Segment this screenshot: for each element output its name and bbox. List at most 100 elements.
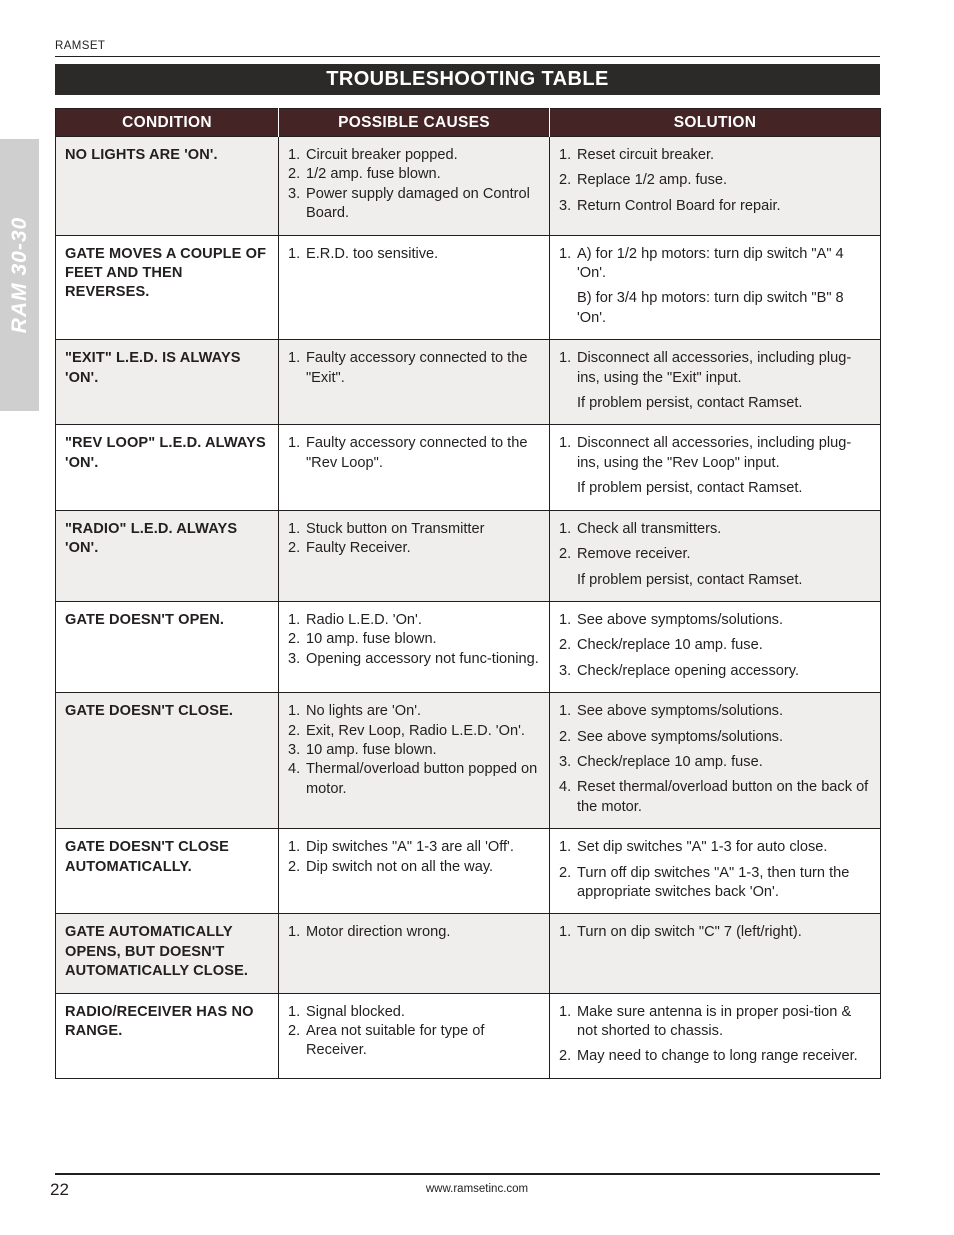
table-header: CONDITION POSSIBLE CAUSES SOLUTION [55,108,881,137]
causes-item: 2. 1/2 amp. fuse blown. [288,165,539,184]
item-number: 1. [559,147,572,163]
item-text: Disconnect all accessories, including pl… [577,350,852,386]
item-text: If problem persist, contact Ramset. [577,480,803,497]
solutions-list: 1. Set dip switches "A" 1-3 for auto clos… [559,838,870,902]
item-number: 3. [559,753,572,770]
item-number: 2. [559,637,572,654]
footer-divider [55,1173,880,1175]
cell-condition: "EXIT" L.E.D. IS ALWAYS 'ON'. [55,339,279,425]
cell-possible-causes: 1. Circuit breaker popped. 2. 1/2 amp. fuse… [278,136,550,236]
item-text: B) for 3/4 hp motors: turn dip switch "B… [577,290,844,326]
causes-item: 1. Stuck button on Transmitter [288,520,539,539]
table-body: NO LIGHTS ARE 'ON'. 1. Circuit breaker pop… [55,136,881,1079]
solutions-item: B) for 3/4 hp motors: turn dip switch "B… [559,289,870,328]
solutions-item: 1. Turn on dip switch "C" 7 (left/right). [559,923,870,942]
item-text: Power supply damaged on Control Board. [306,185,530,222]
solutions-item: 1. A) for 1/2 hp motors: turn dip switch … [559,245,870,284]
running-head-text: RAMSET [55,40,106,52]
item-number: 2. [559,1048,572,1065]
cell-solution: 1. Check all transmitters. 2. Remove receiv… [549,509,881,602]
item-text: See above symptoms/solutions. [577,611,784,628]
table-row: NO LIGHTS ARE 'ON'. 1. Circuit breaker pop… [55,136,881,236]
item-number: 2. [288,722,301,739]
solutions-item: 2. Check/replace 10 amp. fuse. [559,636,870,655]
column-header-possible-causes: POSSIBLE CAUSES [278,108,550,137]
cell-condition: NO LIGHTS ARE 'ON'. [55,136,279,236]
cell-solution: 1. See above symptoms/solutions. 2. Check/r… [549,600,881,693]
item-text: May need to change to long range receive… [577,1048,858,1065]
item-number: 2. [559,172,572,189]
item-number: 1. [559,435,572,452]
item-text: 10 amp. fuse blown. [306,741,437,758]
side-tab-label: RAM 30-30 [7,216,31,334]
causes-item: 1. Radio L.E.D. 'On'. [288,611,539,630]
cell-condition: GATE MOVES A COUPLE OF FEET AND THEN REV… [55,234,279,340]
item-text: Check/replace 10 amp. fuse. [577,637,763,654]
item-text: See above symptoms/solutions. [577,703,784,720]
cell-solution: 1. Disconnect all accessories, including … [549,424,881,511]
footer-url: www.ramsetinc.com [425,1183,529,1195]
solutions-item: 3. Return Control Board for repair. [559,197,870,216]
cell-condition: GATE DOESN'T OPEN. [55,600,279,693]
item-number: 1. [288,924,301,941]
running-head: RAMSET [55,36,880,57]
solutions-list: 1. Turn on dip switch "C" 7 (left/right). [559,923,870,942]
solutions-item: 3. Check/replace opening accessory. [559,662,870,681]
causes-item: 1. Signal blocked. [288,1003,539,1022]
item-number: 4. [559,779,572,796]
causes-list: 1. Circuit breaker popped. 2. 1/2 amp. fuse… [288,146,539,224]
item-text: Faulty accessory connected to the "Rev L… [306,435,528,471]
item-number: 1. [288,611,301,628]
table-row: GATE DOESN'T CLOSE AUTOMATICALLY. 1. Dip s… [55,828,881,914]
item-number: 1. [288,435,301,452]
item-number: 3. [559,662,572,679]
cell-solution: 1. Set dip switches "A" 1-3 for auto clos… [549,828,881,914]
item-number: 1. [288,839,301,856]
item-number: 1. [288,703,301,720]
item-text: Set dip switches "A" 1-3 for auto close. [577,839,828,856]
causes-item: 1. Dip switches "A" 1-3 are all 'Off'. [288,838,539,857]
troubleshooting-table: CONDITION POSSIBLE CAUSES SOLUTION NO LI… [55,108,881,1079]
item-number: 1. [288,520,301,537]
solutions-list: 1. Disconnect all accessories, including … [559,434,870,498]
column-header-solution: SOLUTION [549,108,881,137]
item-text: Signal blocked. [306,1003,405,1020]
item-number: 2. [288,631,301,648]
item-number: 1. [559,924,572,941]
cell-condition: GATE AUTOMATICALLY OPENS, BUT DOESN'T AU… [55,913,279,994]
solutions-item: If problem persist, contact Ramset. [559,479,870,498]
table-row: GATE DOESN'T CLOSE. 1. No lights are 'On'.… [55,692,881,829]
item-number: 2. [559,546,572,563]
table-row: "EXIT" L.E.D. IS ALWAYS 'ON'. 1. Faulty ac… [55,339,881,425]
item-text: Motor direction wrong. [306,924,451,941]
item-number: 3. [288,650,301,667]
cell-solution: 1. Reset circuit breaker. 2. Replace 1/2 am… [549,136,881,236]
table-row: GATE DOESN'T OPEN. 1. Radio L.E.D. 'On'. 2.… [55,600,881,693]
solutions-item: 1. Disconnect all accessories, including … [559,349,870,388]
item-number: 1. [288,350,301,367]
item-text: Check all transmitters. [577,520,722,537]
item-text: 1/2 amp. fuse blown. [306,166,441,183]
solutions-list: 1. Disconnect all accessories, including … [559,349,870,413]
table-header-row: CONDITION POSSIBLE CAUSES SOLUTION [55,108,881,137]
side-tab-ram-30-30: RAM 30-30 [0,139,39,411]
cell-solution: 1. Make sure antenna is in proper posi-ti… [549,992,881,1079]
item-number: 2. [288,166,301,183]
item-number: 4. [288,761,301,778]
causes-item: 2. Dip switch not on all the way. [288,858,539,877]
causes-list: 1. Faulty accessory connected to the "Rev… [288,434,539,473]
item-text: Replace 1/2 amp. fuse. [577,172,728,189]
solutions-item: 1. Set dip switches "A" 1-3 for auto clos… [559,838,870,857]
cell-possible-causes: 1. Faulty accessory connected to the "Exi… [278,339,550,425]
item-number: 1. [559,839,572,856]
item-number: 1. [559,520,572,537]
item-number: 2. [559,864,572,881]
cell-possible-causes: 1. Signal blocked. 2. Area not suitable for… [278,992,550,1079]
item-number: 3. [288,185,301,202]
item-text: Exit, Rev Loop, Radio L.E.D. 'On'. [306,722,525,739]
solutions-item: 1. Check all transmitters. [559,520,870,539]
item-text: Radio L.E.D. 'On'. [306,611,422,628]
causes-list: 1. Motor direction wrong. [288,923,539,942]
causes-list: 1. Stuck button on Transmitter 2. Faulty Re… [288,520,539,559]
table-row: GATE MOVES A COUPLE OF FEET AND THEN REV… [55,234,881,340]
